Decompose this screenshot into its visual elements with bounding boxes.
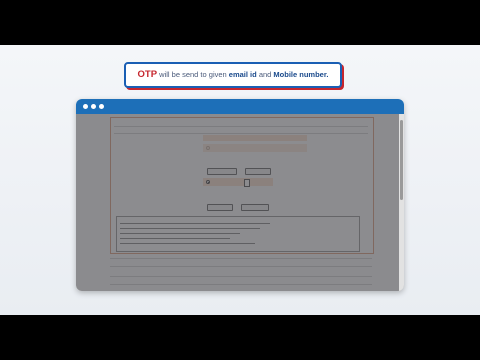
option-radio[interactable] — [206, 180, 210, 184]
callout-and: and — [256, 70, 274, 79]
callout-otp: OTP — [137, 69, 158, 80]
note-line — [120, 223, 270, 224]
note-line — [120, 233, 240, 234]
divider — [110, 284, 372, 285]
regenerate-otp-button[interactable] — [241, 204, 269, 211]
divider — [110, 276, 372, 277]
highlight-row — [203, 144, 307, 152]
secondary-button[interactable] — [245, 168, 271, 175]
highlight-row — [203, 178, 273, 186]
divider — [114, 133, 368, 134]
validate-otp-button[interactable] — [207, 204, 233, 211]
mouse-cursor-icon — [244, 179, 250, 187]
note-line — [120, 238, 230, 239]
otp-callout: OTP will be send to given email id and M… — [124, 62, 342, 88]
window-dot-icon[interactable] — [83, 104, 88, 109]
video-frame: OTP will be send to given email id and M… — [0, 45, 480, 315]
verification-panel — [110, 117, 374, 254]
get-otp-button[interactable] — [207, 168, 237, 175]
callout-mobile: Mobile number. — [273, 70, 329, 79]
window-dot-icon[interactable] — [91, 104, 96, 109]
window-dot-icon[interactable] — [99, 104, 104, 109]
scrollbar-thumb[interactable] — [400, 120, 403, 200]
note-line — [120, 243, 255, 244]
highlight-row — [203, 135, 307, 141]
divider — [110, 266, 372, 267]
scrollbar[interactable] — [399, 114, 404, 291]
window-titlebar — [76, 99, 404, 114]
callout-text1: will be send to given — [157, 70, 229, 79]
divider — [114, 126, 368, 127]
notes-box — [116, 216, 360, 252]
note-line — [120, 228, 260, 229]
page-content — [76, 114, 404, 291]
browser-window — [76, 99, 404, 291]
callout-email: email id — [228, 70, 257, 79]
divider — [110, 258, 372, 259]
